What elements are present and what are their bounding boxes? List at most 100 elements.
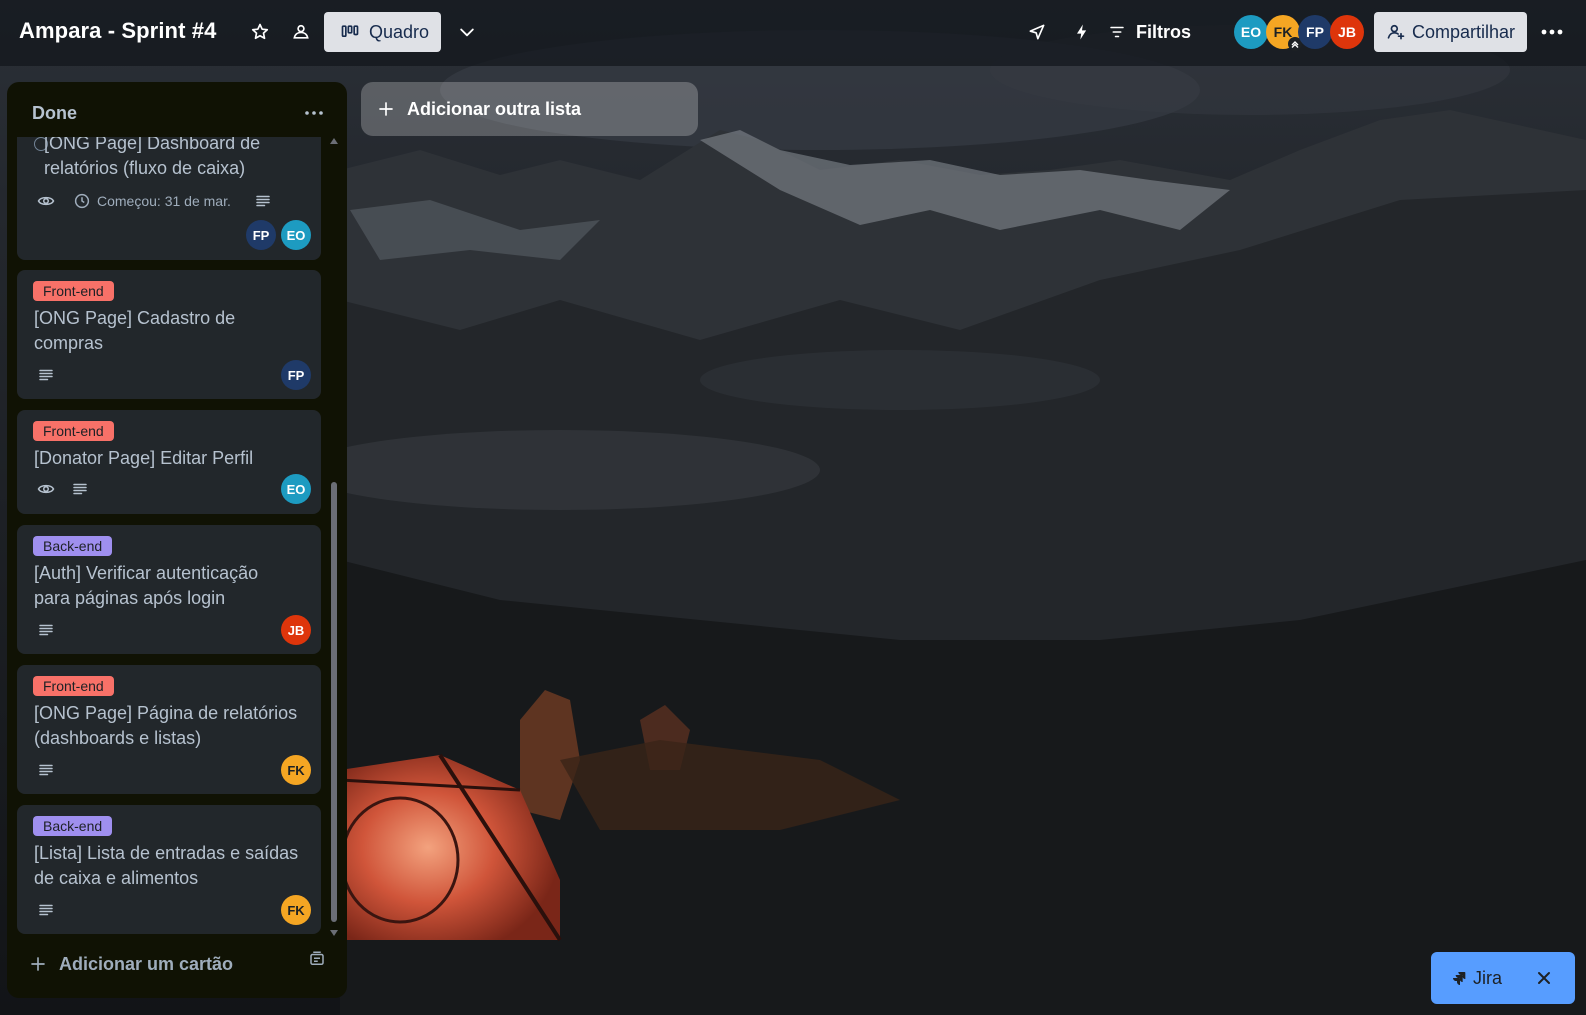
- card-title: [Lista] Lista de entradas e saídas de ca…: [34, 841, 304, 891]
- filters-label: Filtros: [1136, 21, 1192, 42]
- plus-icon: [31, 957, 45, 971]
- card-title-line: [ONG Page] Dashboard de: [44, 137, 261, 153]
- share-label: Compartilhar: [1412, 21, 1516, 42]
- scroll-down-icon[interactable]: [330, 930, 338, 936]
- card-title: [Donator Page] Editar Perfil: [34, 446, 304, 471]
- start-date-badge: Começou: 31 de mar.: [73, 192, 231, 210]
- card-members: FK: [281, 755, 311, 785]
- card[interactable]: Back-end [Auth] Verificar autenticação p…: [17, 525, 321, 654]
- member-avatar[interactable]: FK: [1266, 15, 1302, 51]
- add-list-button[interactable]: Adicionar outra lista: [361, 82, 698, 136]
- card-title-line: (dashboards e listas): [34, 728, 202, 748]
- watch-eye-icon: [36, 191, 56, 211]
- card-title: [ONG Page] Página de relatórios (dashboa…: [34, 701, 304, 751]
- lightning-icon: [1077, 24, 1087, 40]
- card-member-avatar[interactable]: EO: [281, 474, 311, 504]
- avatar-initials: FP: [1306, 24, 1324, 40]
- jira-close-button[interactable]: [1531, 965, 1557, 991]
- card[interactable]: Front-end [ONG Page] Página de relatório…: [17, 665, 321, 794]
- jira-widget: Jira: [1431, 952, 1575, 1004]
- card-title-line: [ONG Page] Página de relatórios: [34, 703, 298, 723]
- card-members: FK: [281, 895, 311, 925]
- avatar-initials: EO: [1240, 24, 1262, 40]
- jira-button[interactable]: Jira: [1431, 968, 1502, 989]
- start-date-text: Começou: 31 de mar.: [97, 193, 231, 209]
- description-icon: [36, 760, 56, 780]
- card-label: Back-end: [33, 536, 113, 556]
- view-switcher-button[interactable]: [450, 15, 484, 49]
- description-icon: [253, 191, 273, 211]
- add-card-label: Adicionar um cartão: [59, 953, 234, 974]
- card-title-line: [Donator Page] Editar Perfil: [34, 448, 254, 468]
- board-header: Ampara - Sprint #4 Quadro Filtros EO FK …: [0, 0, 1586, 66]
- card-members: JB: [281, 615, 311, 645]
- power-ups-button[interactable]: [1020, 15, 1054, 49]
- card-title-line: relatórios (fluxo de caixa): [44, 158, 246, 178]
- avatar-initials: JB: [287, 622, 305, 638]
- card-member-avatar[interactable]: FP: [246, 220, 276, 250]
- card-title-line: para páginas após login: [34, 588, 226, 608]
- card-title-line: de caixa e alimentos: [34, 868, 199, 888]
- card[interactable]: Front-end [ONG Page] Cadastro de compras…: [17, 270, 321, 399]
- description-icon: [36, 900, 56, 920]
- card-member-avatar[interactable]: EO: [281, 220, 311, 250]
- plus-icon: [379, 102, 393, 116]
- jira-icon: [1453, 972, 1466, 985]
- member-avatar[interactable]: FP: [1298, 15, 1332, 49]
- card-title-line: compras: [34, 333, 104, 353]
- board-view-icon: [341, 25, 359, 37]
- card-list: [ONG Page] Dashboard de relatórios (flux…: [7, 137, 347, 942]
- watch-eye-icon: [36, 479, 56, 499]
- chevron-down-icon: [460, 28, 474, 37]
- card[interactable]: [ONG Page] Dashboard de relatórios (flux…: [17, 137, 321, 260]
- description-icon: [70, 479, 90, 499]
- list-scrollbar[interactable]: [329, 138, 339, 936]
- card-title: [Auth] Verificar autenticação para págin…: [34, 561, 304, 611]
- member-avatar[interactable]: EO: [1234, 15, 1268, 49]
- jira-label: Jira: [1473, 967, 1503, 988]
- card-members: EO: [281, 474, 311, 504]
- card-label: Front-end: [33, 281, 114, 301]
- list-title[interactable]: Done: [32, 103, 77, 124]
- card[interactable]: Back-end [Lista] Lista de entradas e saí…: [17, 805, 321, 934]
- card-member-avatar[interactable]: JB: [281, 615, 311, 645]
- card-label: Front-end: [33, 676, 114, 696]
- description-icon: [36, 620, 56, 640]
- automation-button[interactable]: [1065, 15, 1099, 49]
- template-icon: [310, 951, 324, 965]
- card-member-avatar[interactable]: FK: [281, 755, 311, 785]
- more-horizontal-icon: [1541, 29, 1563, 35]
- clock-icon: [74, 193, 90, 209]
- star-icon: [251, 23, 269, 40]
- card-title-line: [Lista] Lista de entradas e saídas: [34, 843, 299, 863]
- add-person-icon: [1387, 24, 1405, 40]
- board-view-button[interactable]: Quadro: [324, 12, 441, 52]
- star-board-button[interactable]: [243, 15, 277, 49]
- filters-button[interactable]: Filtros: [1108, 14, 1191, 50]
- board-view-label: Quadro: [369, 21, 430, 42]
- board-menu-button[interactable]: [1536, 16, 1568, 48]
- avatar-initials: FK: [287, 762, 305, 778]
- card-title-line: [ONG Page] Cadastro de: [34, 308, 236, 328]
- share-button[interactable]: Compartilhar: [1374, 12, 1527, 52]
- card-title-line: [Auth] Verificar autenticação: [34, 563, 259, 583]
- avatar-initials: FK: [1273, 24, 1293, 40]
- card-member-avatar[interactable]: FK: [281, 895, 311, 925]
- avatar-initials: FK: [287, 902, 305, 918]
- card[interactable]: Front-end [Donator Page] Editar Perfil E…: [17, 410, 321, 514]
- list-menu-button[interactable]: [299, 98, 329, 128]
- add-card-button[interactable]: Adicionar um cartão: [21, 942, 331, 986]
- avatar-initials: JB: [1338, 24, 1356, 40]
- workspace-visibility-button[interactable]: [284, 15, 318, 49]
- card-member-avatar[interactable]: FP: [281, 360, 311, 390]
- card-label: Front-end: [33, 421, 114, 441]
- create-from-template-button[interactable]: [304, 946, 330, 972]
- avatar-initials: FP: [287, 367, 305, 383]
- close-icon: [1538, 972, 1550, 984]
- card-members: FP: [281, 360, 311, 390]
- rocket-icon: [1029, 24, 1045, 40]
- scroll-thumb[interactable]: [331, 482, 337, 922]
- board-title[interactable]: Ampara - Sprint #4: [19, 18, 216, 44]
- member-avatar[interactable]: JB: [1330, 15, 1364, 49]
- scroll-up-icon[interactable]: [330, 138, 338, 144]
